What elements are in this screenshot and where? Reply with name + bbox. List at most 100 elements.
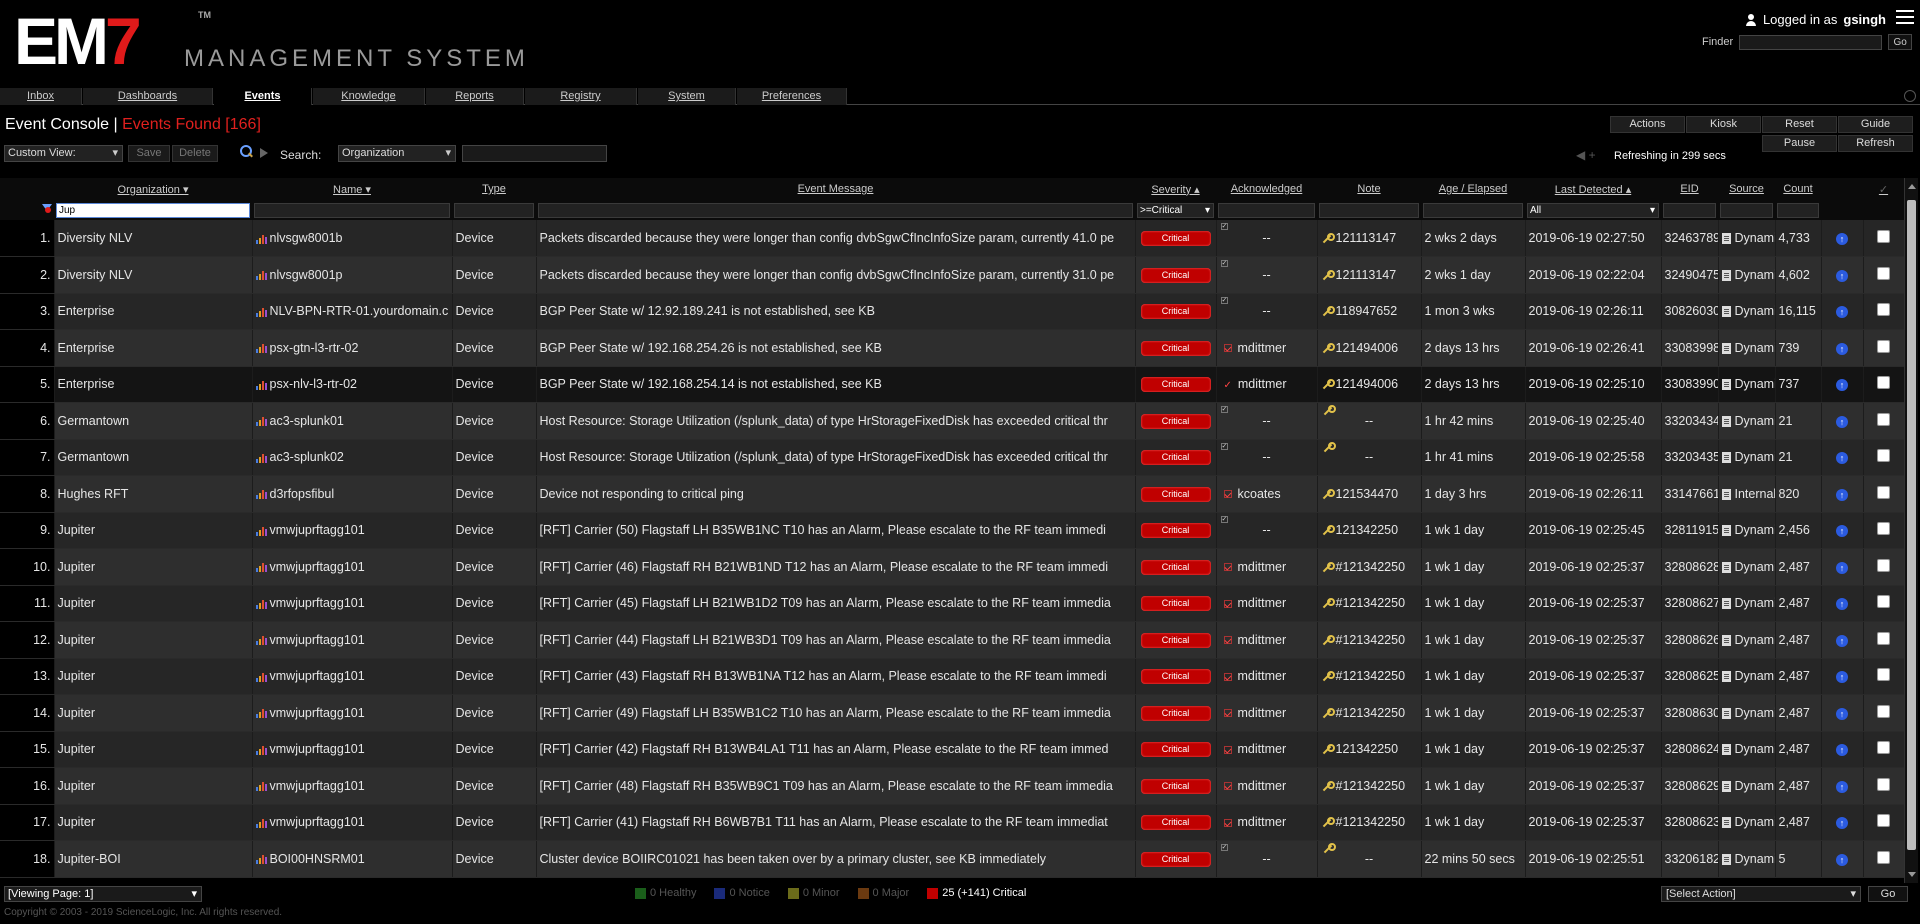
select-action-dropdown[interactable]: [Select Action] — [1661, 886, 1861, 902]
cell-acknowledged[interactable]: ✓ -- — [1216, 220, 1318, 257]
cell-eid[interactable]: 32490475 — [1661, 256, 1719, 294]
table-row[interactable]: 5. Enterprise psx-nlv-l3-rtr-02 Device BGP P… — [0, 366, 1904, 403]
note-value[interactable]: 118947652 — [1336, 304, 1398, 318]
note-wrench-icon[interactable] — [1322, 441, 1336, 453]
info-icon[interactable]: ↑ — [1836, 488, 1848, 501]
row-checkbox[interactable] — [1877, 266, 1890, 280]
cell-note[interactable]: #121342250 — [1317, 767, 1422, 805]
cell-event-message[interactable]: Host Resource: Storage Utilization (/spl… — [536, 402, 1136, 440]
table-row[interactable]: 6. Germantown ac3-splunk01 Device Host Resou… — [0, 402, 1904, 440]
ack-checkbox-icon[interactable] — [1223, 672, 1232, 681]
clear-filter-icon[interactable] — [42, 204, 52, 214]
viewing-page-select[interactable]: [Viewing Page: 1] — [4, 886, 202, 902]
cell-name[interactable]: ac3-splunk01 — [252, 402, 453, 440]
note-wrench-icon[interactable] — [1321, 634, 1335, 646]
filter-message-input[interactable] — [538, 202, 1133, 218]
device-name[interactable]: vmwjuprftagg101 — [270, 596, 365, 610]
device-name[interactable]: vmwjuprftagg101 — [270, 560, 365, 574]
cell-event-message[interactable]: Cluster device BOIIRC01021 has been take… — [536, 840, 1136, 878]
col-note[interactable]: Note — [1317, 178, 1421, 200]
note-value[interactable]: 121113147 — [1336, 268, 1397, 282]
device-name[interactable]: vmwjuprftagg101 — [270, 633, 365, 647]
info-icon[interactable]: ↑ — [1836, 379, 1848, 392]
ack-checkbox-icon[interactable] — [1223, 490, 1232, 499]
cell-acknowledged[interactable]: ✓ -- — [1216, 840, 1318, 878]
col-acknowledged[interactable]: Acknowledged — [1216, 178, 1317, 200]
cell-name[interactable]: nlvsgw8001p — [252, 256, 453, 294]
cell-name[interactable]: vmwjuprftagg101 — [252, 694, 453, 732]
legend-item[interactable]: 0 Major — [857, 887, 909, 899]
cell-eid[interactable]: 30826030 — [1661, 293, 1719, 330]
table-row[interactable]: 3. Enterprise NLV-BPN-RTR-01.yourdomain.c D… — [0, 293, 1904, 330]
cell-note[interactable]: 121494006 — [1317, 329, 1422, 367]
note-value[interactable]: #121342250 — [1336, 815, 1406, 829]
info-icon[interactable]: ↑ — [1836, 269, 1848, 282]
cell-note[interactable]: -- — [1317, 439, 1422, 476]
cell-eid[interactable]: 32808623 — [1661, 804, 1719, 841]
note-wrench-icon[interactable] — [1321, 488, 1335, 500]
table-row[interactable]: 14. Jupiter vmwjuprftagg101 Device [RFT] Car… — [0, 694, 1904, 732]
ack-check-icon[interactable]: ✓ — [1220, 406, 1228, 413]
ack-checkbox-icon[interactable] — [1223, 344, 1232, 353]
device-name[interactable]: vmwjuprftagg101 — [270, 523, 365, 537]
note-wrench-icon[interactable] — [1321, 744, 1335, 755]
cell-note[interactable]: #121342250 — [1317, 694, 1422, 732]
note-wrench-icon[interactable] — [1321, 707, 1335, 719]
cell-note[interactable]: 121342250 — [1317, 512, 1422, 549]
cell-organization[interactable]: Jupiter — [54, 804, 253, 841]
cell-event-message[interactable]: Device not responding to critical ping — [536, 475, 1136, 513]
info-icon[interactable]: ↑ — [1836, 780, 1848, 793]
cell-organization[interactable]: Jupiter-BOI — [54, 840, 253, 878]
cell-note[interactable]: 121113147 — [1317, 220, 1422, 257]
row-checkbox[interactable] — [1877, 631, 1890, 645]
cell-note[interactable]: #121342250 — [1317, 548, 1422, 586]
row-checkbox[interactable] — [1877, 412, 1890, 426]
tab-registry[interactable]: Registry — [525, 88, 637, 105]
note-wrench-icon[interactable] — [1321, 817, 1335, 828]
device-name[interactable]: vmwjuprftagg101 — [270, 669, 365, 683]
cell-acknowledged[interactable]: ✓ -- — [1216, 402, 1318, 440]
note-value[interactable]: 121342250 — [1336, 742, 1399, 756]
table-row[interactable]: 11. Jupiter vmwjuprftagg101 Device [RFT] Car… — [0, 585, 1904, 622]
ack-checkbox-icon[interactable] — [1223, 709, 1232, 718]
legend-item[interactable]: 0 Notice — [714, 887, 770, 899]
ack-checkbox-icon[interactable] — [1223, 563, 1232, 572]
note-wrench-icon[interactable] — [1321, 598, 1335, 609]
play-arrow-icon[interactable] — [260, 148, 268, 158]
cell-note[interactable]: #121342250 — [1317, 804, 1422, 841]
cell-name[interactable]: vmwjuprftagg101 — [252, 731, 453, 768]
vertical-scrollbar[interactable] — [1904, 178, 1918, 883]
note-value[interactable]: #121342250 — [1336, 779, 1406, 793]
cell-organization[interactable]: Enterprise — [54, 366, 253, 403]
cell-eid[interactable]: 33083998 — [1661, 329, 1719, 367]
hamburger-menu-icon[interactable] — [1896, 10, 1914, 24]
finder-input[interactable] — [1739, 34, 1883, 50]
filter-ack-input[interactable] — [1218, 202, 1315, 218]
info-icon[interactable]: ↑ — [1836, 744, 1848, 757]
filter-age-input[interactable] — [1423, 202, 1523, 218]
cell-eid[interactable]: 32463789 — [1661, 220, 1719, 257]
table-row[interactable]: 7. Germantown ac3-splunk02 Device Host Resou… — [0, 439, 1904, 476]
filter-eid-input[interactable] — [1663, 202, 1716, 218]
device-name[interactable]: NLV-BPN-RTR-01.yourdomain.c — [270, 304, 449, 318]
filter-type-input[interactable] — [454, 202, 534, 218]
row-checkbox[interactable] — [1877, 449, 1890, 463]
info-icon[interactable]: ↑ — [1836, 671, 1848, 684]
cell-note[interactable]: #121342250 — [1317, 585, 1422, 622]
cell-eid[interactable]: 32808626 — [1661, 621, 1719, 659]
tab-knowledge[interactable]: Knowledge — [313, 88, 425, 105]
cell-eid[interactable]: 32808630 — [1661, 694, 1719, 732]
info-icon[interactable]: ↑ — [1836, 707, 1848, 720]
cell-acknowledged[interactable]: mdittmer — [1216, 329, 1318, 367]
col-name[interactable]: Name ▾ — [252, 178, 452, 200]
cell-event-message[interactable]: [RFT] Carrier (42) Flagstaff RH B13WB4LA… — [536, 731, 1136, 768]
device-name[interactable]: nlvsgw8001p — [270, 268, 343, 282]
col-organization[interactable]: Organization ▾ — [54, 178, 252, 200]
filter-last-detected-select[interactable]: All — [1527, 202, 1659, 218]
note-wrench-icon[interactable] — [1321, 561, 1335, 573]
note-wrench-icon[interactable] — [1322, 405, 1336, 416]
info-icon[interactable]: ↑ — [1836, 342, 1848, 355]
cell-eid[interactable]: 32808624 — [1661, 731, 1719, 768]
info-icon[interactable]: ↑ — [1836, 817, 1848, 830]
note-wrench-icon[interactable] — [1322, 843, 1336, 854]
